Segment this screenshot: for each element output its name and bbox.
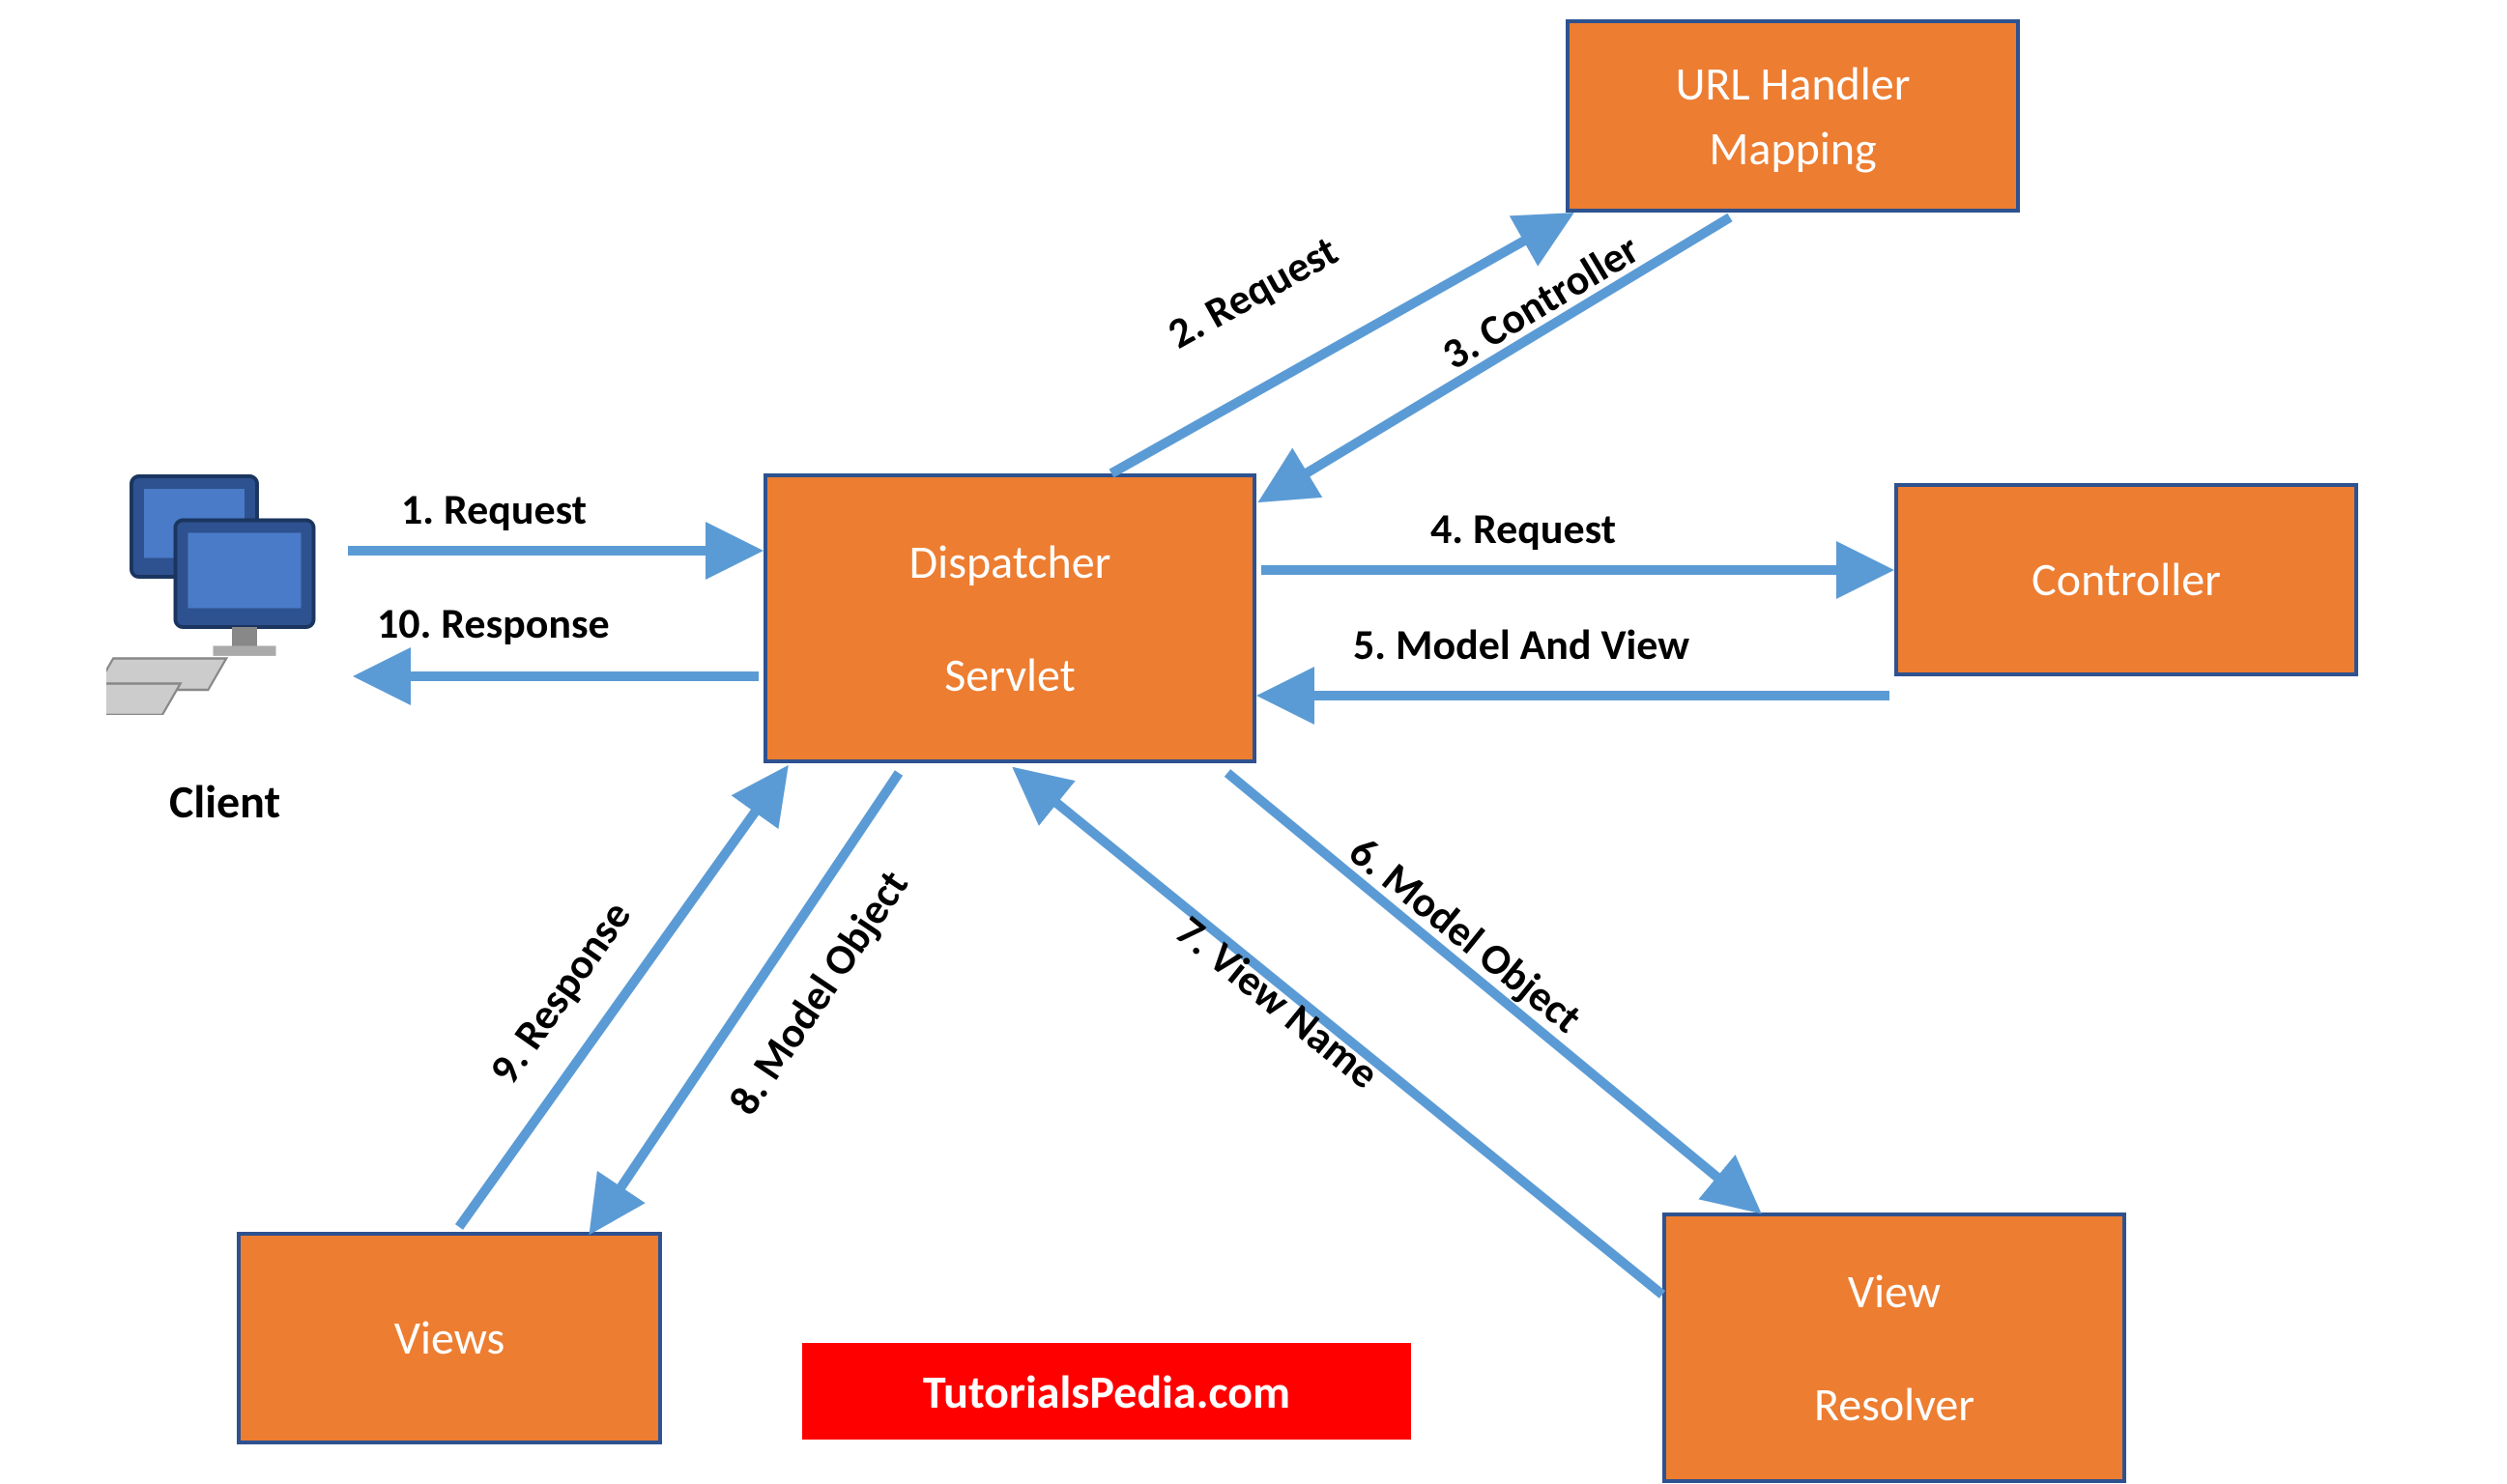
edge-9-label: 9. Response — [477, 891, 642, 1094]
views-box: Views — [237, 1232, 662, 1444]
edge-6-label: 6. Model Object — [1340, 825, 1593, 1043]
client-label: Client — [169, 773, 280, 830]
edge-2-label: 2. Request — [1159, 224, 1346, 359]
edge-1-label: 1. Request — [401, 483, 587, 535]
url-handler-line2: Mapping — [1709, 116, 1876, 181]
controller-box: Controller — [1894, 483, 2358, 676]
view-resolver-line1: View — [1848, 1259, 1941, 1324]
edge-7-label: 7. View Name — [1166, 904, 1389, 1099]
url-handler-mapping-box: URL Handler Mapping — [1566, 19, 2020, 213]
dispatcher-servlet-box: Dispatcher Servlet — [764, 473, 1256, 763]
view-resolver-line2: Resolver — [1814, 1372, 1974, 1437]
dispatcher-line1: Dispatcher — [909, 529, 1111, 594]
controller-text: Controller — [2032, 547, 2221, 612]
edge-5-label: 5. Model And View — [1353, 618, 1689, 671]
views-text: Views — [394, 1305, 505, 1370]
edge-4-label: 4. Request — [1430, 502, 1616, 555]
view-resolver-box: View Resolver — [1662, 1213, 2126, 1483]
edge-3-label: 3. Controller — [1432, 222, 1648, 380]
client-icon — [106, 464, 358, 715]
dispatcher-line2: Servlet — [944, 642, 1076, 707]
edge-8-label: 8. Model Object — [717, 860, 919, 1124]
edge-10-label: 10. Response — [377, 597, 610, 649]
url-handler-line1: URL Handler — [1676, 51, 1911, 116]
watermark: TutorialsPedia.com — [802, 1343, 1411, 1440]
